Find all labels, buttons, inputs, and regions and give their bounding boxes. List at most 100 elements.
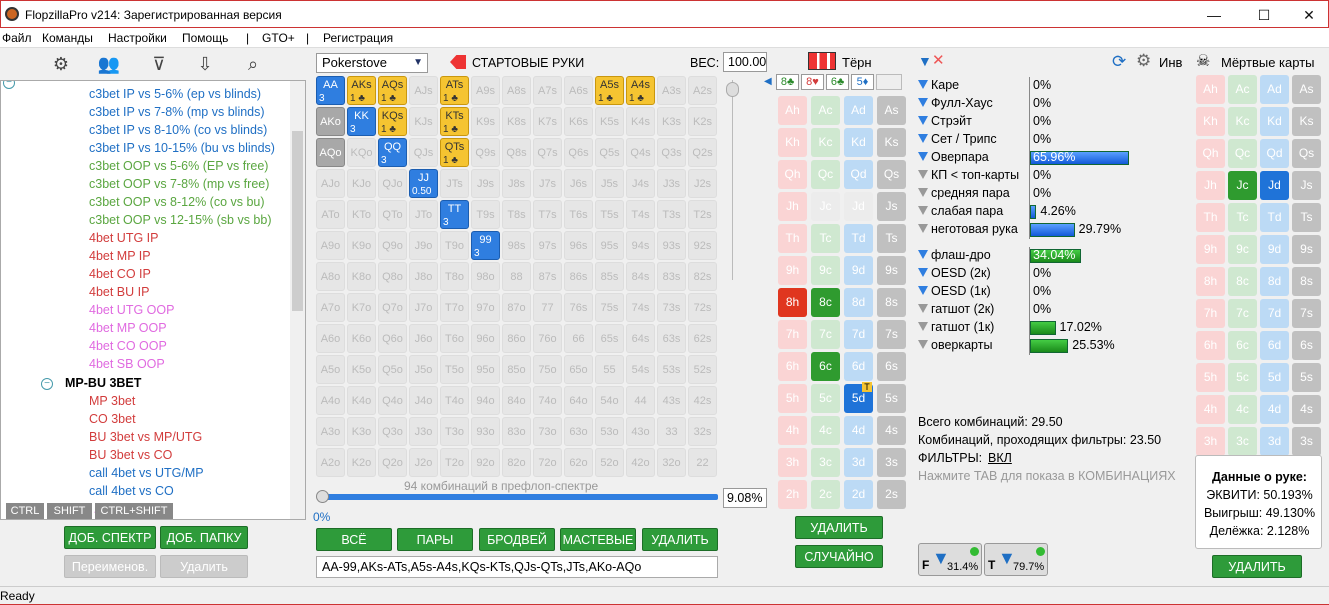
filter-icon[interactable] — [918, 286, 928, 295]
card-Qc[interactable]: Qc — [811, 160, 840, 189]
hand-cell[interactable]: 72s — [688, 293, 717, 322]
hand-cell[interactable]: K3o — [347, 417, 376, 446]
maximize-button[interactable]: ☐ — [1241, 1, 1287, 29]
card-3d[interactable]: 3d — [844, 448, 873, 477]
refresh-icon[interactable]: ⟳ — [1112, 52, 1126, 72]
dead-card-6c[interactable]: 6c — [1228, 331, 1257, 360]
hand-cell[interactable]: 82o — [502, 448, 531, 477]
hand-cell[interactable]: 93o — [471, 417, 500, 446]
board-card[interactable]: 8♥ — [801, 74, 824, 90]
hand-cell[interactable]: AQo — [316, 138, 345, 167]
hand-cell[interactable]: AQs 1 ♣ — [378, 76, 407, 105]
stat-label[interactable]: Каре — [918, 78, 959, 92]
stat-label[interactable]: неготовая рука — [918, 222, 1018, 236]
card-As[interactable]: As — [877, 96, 906, 125]
hand-cell[interactable]: 43s — [657, 386, 686, 415]
card-Ac[interactable]: Ac — [811, 96, 840, 125]
hand-cell[interactable]: 63o — [564, 417, 593, 446]
dead-card-4d[interactable]: 4d — [1260, 395, 1289, 424]
hand-cell[interactable]: Q4s — [626, 138, 655, 167]
card-9h[interactable]: 9h — [778, 256, 807, 285]
tree-item[interactable]: call 4bet vs UTG/MP — [89, 466, 204, 480]
hand-cell[interactable]: J8o — [409, 262, 438, 291]
tree-item[interactable]: 4bet MP OOP — [89, 321, 167, 335]
card-Jd[interactable]: Jd — [844, 192, 873, 221]
dead-card-5h[interactable]: 5h — [1196, 363, 1225, 392]
tree-item[interactable]: 4bet MP IP — [89, 249, 151, 263]
hand-cell[interactable]: T9s — [471, 200, 500, 229]
add-range-button[interactable]: ДОБ. СПЕКТР — [64, 526, 156, 549]
dead-card-8c[interactable]: 8c — [1228, 267, 1257, 296]
hand-cell[interactable]: 94o — [471, 386, 500, 415]
dead-card-5c[interactable]: 5c — [1228, 363, 1257, 392]
filter-icon[interactable] — [918, 304, 928, 313]
hand-cell[interactable]: T5o — [440, 355, 469, 384]
dead-card-9c[interactable]: 9c — [1228, 235, 1257, 264]
hand-cell[interactable]: QQ 3 — [378, 138, 407, 167]
hand-cell[interactable]: K7s — [533, 107, 562, 136]
card-4d[interactable]: 4d — [844, 416, 873, 445]
hand-cell[interactable]: 42s — [688, 386, 717, 415]
hand-cell[interactable]: J2s — [688, 169, 717, 198]
hand-cell[interactable]: J3o — [409, 417, 438, 446]
tree-item[interactable]: 4bet CO IP — [89, 267, 151, 281]
hand-cell[interactable]: T5s — [595, 200, 624, 229]
dead-card-3s[interactable]: 3s — [1292, 427, 1321, 456]
filter-icon[interactable] — [918, 224, 928, 233]
card-Ks[interactable]: Ks — [877, 128, 906, 157]
tree-item[interactable]: BU 3bet vs CO — [89, 448, 172, 462]
hand-cell[interactable]: T3s — [657, 200, 686, 229]
dead-card-4s[interactable]: 4s — [1292, 395, 1321, 424]
hand-cell[interactable]: A9o — [316, 231, 345, 260]
hand-cell[interactable]: T8s — [502, 200, 531, 229]
hand-cell[interactable]: 64s — [626, 324, 655, 353]
hand-cell[interactable]: Q9o — [378, 231, 407, 260]
percent-slider[interactable] — [316, 490, 718, 504]
hand-cell[interactable]: 99 3 — [471, 231, 500, 260]
card-Kc[interactable]: Kc — [811, 128, 840, 157]
menu-gto[interactable]: GTO+ — [262, 31, 295, 45]
card-2s[interactable]: 2s — [877, 480, 906, 509]
search-icon[interactable]: ⌕ — [240, 54, 266, 76]
hand-cell[interactable]: 44 — [626, 386, 655, 415]
hand-cell[interactable]: J2o — [409, 448, 438, 477]
dead-card-3h[interactable]: 3h — [1196, 427, 1225, 456]
tree-item[interactable]: BU 3bet vs MP/UTG — [89, 430, 202, 444]
hand-cell[interactable]: J5o — [409, 355, 438, 384]
board-card[interactable]: 8♣ — [776, 74, 799, 90]
tree-item[interactable]: 4bet BU IP — [89, 285, 149, 299]
hand-cell[interactable]: K6o — [347, 324, 376, 353]
hand-cell[interactable]: A9s — [471, 76, 500, 105]
hand-cell[interactable]: QTs 1 ♣ — [440, 138, 469, 167]
dead-card-5d[interactable]: 5d — [1260, 363, 1289, 392]
hand-cell[interactable]: T2s — [688, 200, 717, 229]
card-4c[interactable]: 4c — [811, 416, 840, 445]
hand-cell[interactable]: K5s — [595, 107, 624, 136]
range-text-input[interactable]: AA-99,AKs-ATs,A5s-A4s,KQs-KTs,QJs-QTs,JT… — [316, 556, 718, 578]
tree-item[interactable]: c3bet IP vs 5-6% (ep vs blinds) — [89, 87, 261, 101]
hand-cell[interactable]: 66 — [564, 324, 593, 353]
dead-card-Qc[interactable]: Qc — [1228, 139, 1257, 168]
hand-cell[interactable]: K8o — [347, 262, 376, 291]
card-6s[interactable]: 6s — [877, 352, 906, 381]
hand-cell[interactable]: 87s — [533, 262, 562, 291]
hand-cell[interactable]: K2s — [688, 107, 717, 136]
hand-cell[interactable]: 83o — [502, 417, 531, 446]
dead-card-3c[interactable]: 3c — [1228, 427, 1257, 456]
hand-cell[interactable]: 97o — [471, 293, 500, 322]
stat-label[interactable]: Фулл-Хаус — [918, 96, 993, 110]
hand-cell[interactable]: T2o — [440, 448, 469, 477]
card-Ad[interactable]: Ad — [844, 96, 873, 125]
hand-cell[interactable]: A2s — [688, 76, 717, 105]
card-Qd[interactable]: Qd — [844, 160, 873, 189]
hand-cell[interactable]: 43o — [626, 417, 655, 446]
card-7d[interactable]: 7d — [844, 320, 873, 349]
hand-cell[interactable]: T6o — [440, 324, 469, 353]
hand-cell[interactable]: 73s — [657, 293, 686, 322]
hand-cell[interactable]: AKo — [316, 107, 345, 136]
card-6c[interactable]: 6c — [811, 352, 840, 381]
hand-cell[interactable]: J7s — [533, 169, 562, 198]
card-2c[interactable]: 2c — [811, 480, 840, 509]
filter-icon[interactable] — [918, 152, 928, 161]
filter-icon[interactable] — [918, 322, 928, 331]
